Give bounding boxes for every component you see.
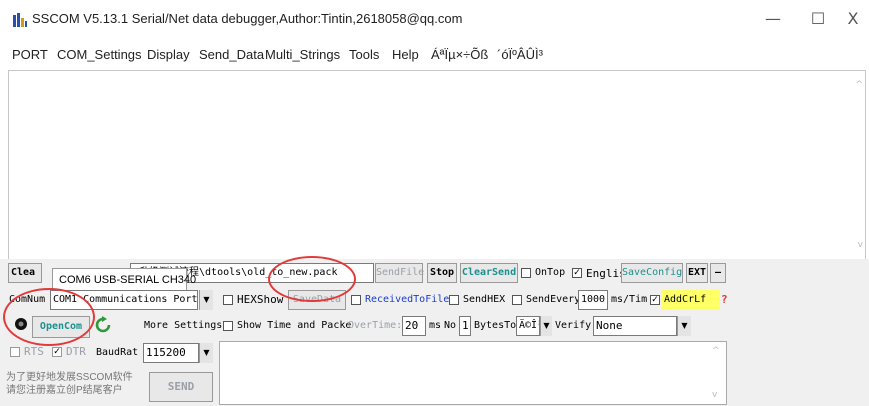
sendhex-label: SendHEX [463,294,506,305]
sendhex-checkbox[interactable] [449,295,459,305]
sendevery-input[interactable]: 1000 [578,290,608,310]
minimize-button[interactable]: — [758,8,788,30]
hexshow-label: HEXShow [237,293,284,306]
no-label: No [444,320,457,331]
baud-dropdown-icon[interactable]: ▼ [199,343,213,363]
verify-select[interactable]: None [593,316,677,336]
english-checkbox[interactable]: ✓ [572,268,582,278]
com-port-dropdown-icon[interactable]: ▼ [199,290,213,310]
menu-port[interactable]: PORT [12,47,48,62]
send-textarea[interactable] [219,341,727,405]
no-input[interactable]: 1 [459,316,471,336]
receive-textarea[interactable] [8,70,866,260]
port-tooltip: COM6 USB-SERIAL CH340 [52,268,196,292]
menu-send-data[interactable]: Send_Data [199,47,264,62]
stop-button[interactable]: Stop [427,263,457,283]
menu-com-settings[interactable]: COM_Settings [57,47,142,62]
dtr-label: DTR [66,345,86,358]
app-icon [13,13,27,27]
help-icon[interactable]: ? [721,293,728,306]
rts-checkbox[interactable] [10,347,20,357]
maximize-button[interactable]: ☐ [803,8,833,30]
more-settings-button[interactable]: More Settings [144,320,222,331]
menu-forum[interactable]: ´óÏºÂÛÌ³ [497,47,543,62]
menu-contact-author[interactable]: ÁªÏµ×÷Õß [431,47,488,62]
promo-line-1: 为了更好地发展SSCOM软件 [6,372,133,383]
overtime-input[interactable]: 20 [402,316,426,336]
ontop-label: OnTop [535,267,566,278]
collapse-button[interactable]: — [710,263,726,283]
send-button[interactable]: SEND [149,372,213,402]
menu-help[interactable]: Help [392,47,419,62]
dtr-checkbox[interactable]: ✓ [52,347,62,357]
baud-label: BaudRat [96,347,139,358]
ms-tim-label: ms/Tim [611,294,648,305]
ontop-checkbox[interactable] [521,268,531,278]
scroll-down-icon[interactable]: v [858,240,863,250]
showtime-checkbox[interactable] [223,321,233,331]
verify-dropdown-icon[interactable]: ▼ [677,316,691,336]
refresh-icon[interactable] [95,316,111,334]
annotation-circle-path [268,256,356,302]
menu-tools[interactable]: Tools [349,47,379,62]
verify-label: Verify [555,320,592,331]
receivedtofile-label: ReceivedToFile [365,294,450,305]
bytesto-dropdown-icon[interactable]: ▼ [540,316,552,336]
menu-display[interactable]: Display [147,47,190,62]
close-button[interactable]: X [838,8,868,30]
bytesto-select[interactable]: Ä©Î² [516,316,540,336]
sendfile-button[interactable]: SendFile [375,263,424,283]
dtr-check-glyph: ✓ [53,347,61,357]
baud-select[interactable]: 115200 [143,343,199,363]
send-scroll-down-icon[interactable]: v [712,390,717,400]
saveconfig-button[interactable]: SaveConfig [621,263,683,283]
addcrlf-checkbox[interactable]: ✓ [650,295,660,305]
english-check-glyph: ✓ [573,268,581,278]
scroll-up-icon[interactable]: ^ [855,80,863,90]
hexshow-checkbox[interactable] [223,295,233,305]
promo-line-2: 请您注册嘉立创P结尾客户 [6,385,123,396]
sendevery-checkbox[interactable] [512,295,522,305]
menu-multi-strings[interactable]: Multi_Strings [265,47,340,62]
addcrlf-label: AddCrLf [662,290,720,310]
ext-button[interactable]: EXT [686,263,708,283]
send-scroll-up-icon[interactable]: ^ [712,346,720,356]
clear-button[interactable]: Clea [8,263,42,283]
bytesto-label: BytesTo [474,320,517,331]
showtime-label: Show Time and Packe [237,320,352,331]
promo-text[interactable]: 为了更好地发展SSCOM软件 请您注册嘉立创P结尾客户 [6,371,133,397]
annotation-circle-port [3,288,95,346]
clearsend-button[interactable]: ClearSend [460,263,518,283]
addcrlf-check-glyph: ✓ [651,295,659,305]
window-title: SSCOM V5.13.1 Serial/Net data debugger,A… [32,11,463,26]
rts-label: RTS [24,345,44,358]
overtime-label: OverTime: [348,320,403,331]
receivedtofile-checkbox[interactable] [351,295,361,305]
ms-label: ms [429,320,442,331]
